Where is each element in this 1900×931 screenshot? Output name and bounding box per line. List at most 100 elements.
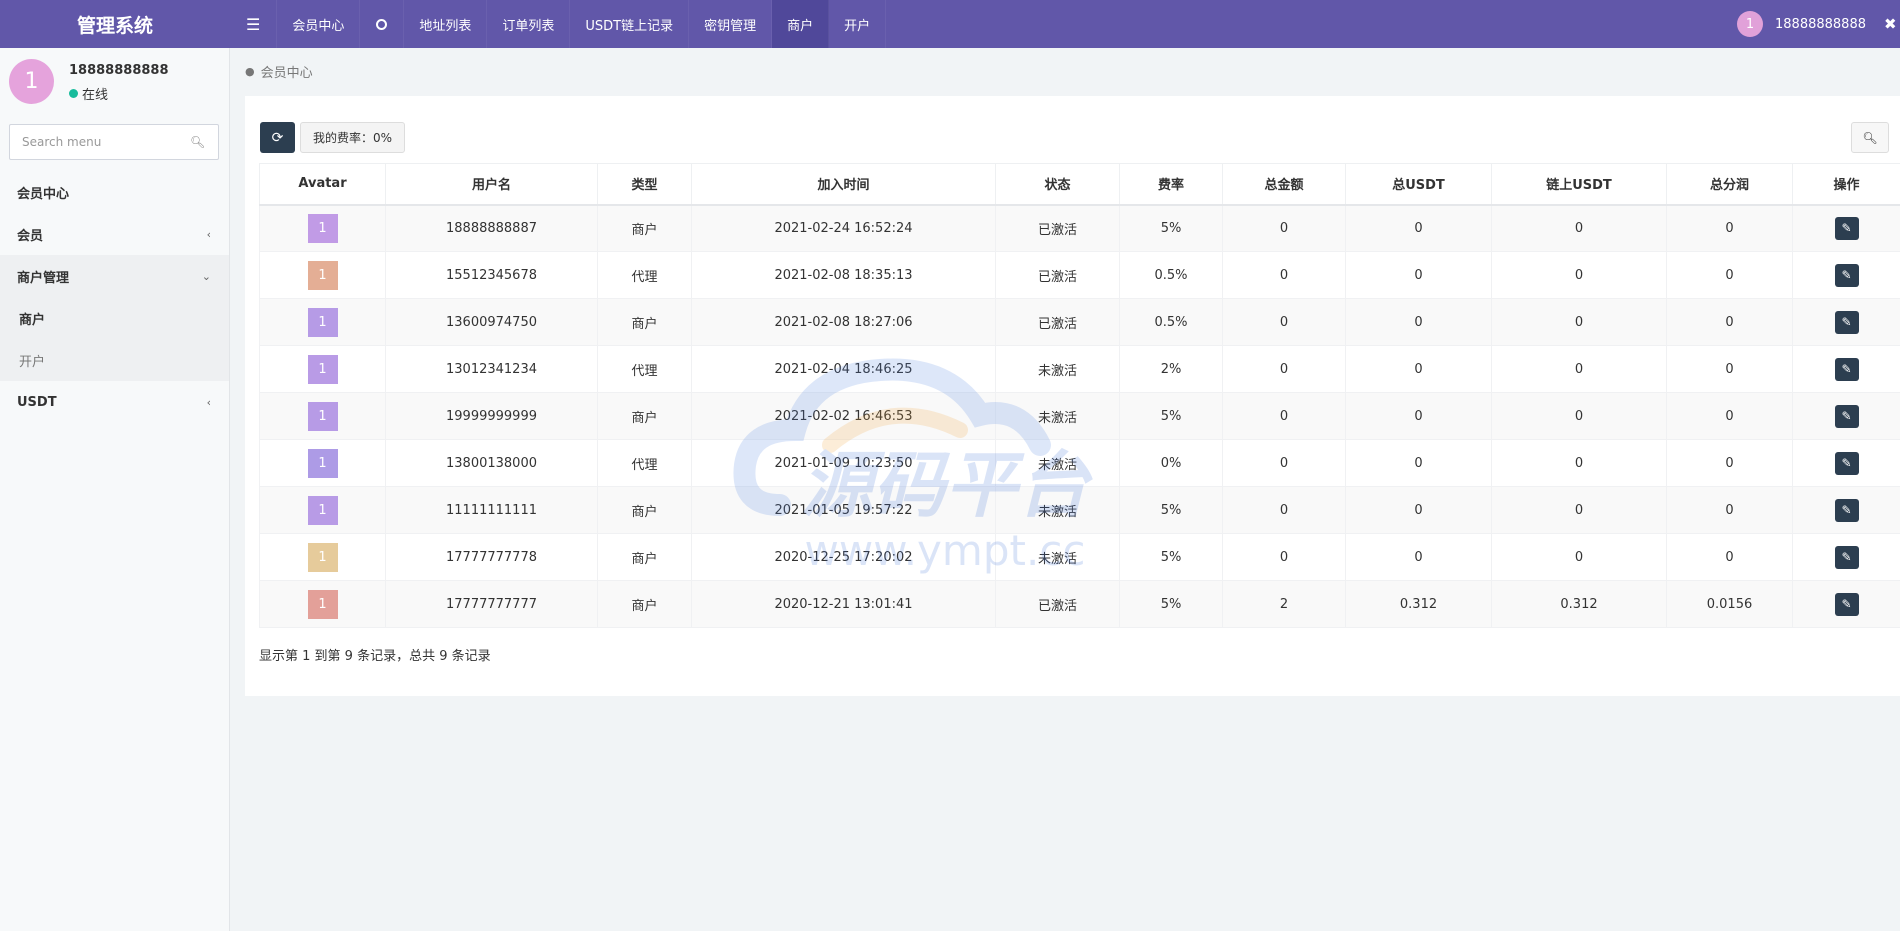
fullscreen-icon[interactable]: ✖: [1884, 15, 1898, 33]
col-status[interactable]: 状态: [995, 163, 1120, 206]
breadcrumb-label[interactable]: 会员中心: [261, 62, 313, 81]
table-row[interactable]: 1 18888888887 商户 2021-02-24 16:52:24 已激活 5% 0 0…: [259, 204, 1900, 252]
cell-username: 15512345678: [385, 251, 598, 299]
nav-key-management[interactable]: 密钥管理: [689, 0, 773, 48]
cell-total-usdt: 0: [1345, 251, 1492, 299]
col-username[interactable]: 用户名: [385, 163, 598, 206]
col-type[interactable]: 类型: [597, 163, 692, 206]
cell-profit: 0.0156: [1666, 580, 1793, 628]
avatar: 1: [307, 542, 338, 572]
avatar: 1: [307, 213, 338, 243]
edit-button[interactable]: ✎: [1834, 216, 1859, 240]
cell-status: 已激活: [995, 298, 1120, 346]
my-rate-badge[interactable]: 我的费率：0%: [300, 122, 406, 153]
sidebar-item-open-account[interactable]: 开户: [0, 339, 229, 381]
cell-total-usdt: 0: [1345, 486, 1492, 534]
col-profit[interactable]: 总分润: [1666, 163, 1793, 206]
col-total-usdt[interactable]: 总USDT: [1345, 163, 1492, 206]
table-row[interactable]: 1 19999999999 商户 2021-02-02 16:46:53 未激活 5% 0 0…: [259, 392, 1900, 440]
cell-status: 未激活: [995, 392, 1120, 440]
edit-button[interactable]: ✎: [1834, 498, 1859, 522]
col-avatar[interactable]: Avatar: [259, 163, 386, 206]
edit-button[interactable]: ✎: [1834, 310, 1859, 334]
sidebar-item-member-center[interactable]: 会员中心: [0, 171, 229, 213]
sidebar-item-merchant-management[interactable]: 商户管理 ⌄: [0, 255, 229, 297]
refresh-circle-icon[interactable]: [360, 0, 405, 48]
nav-merchant[interactable]: 商户: [772, 0, 830, 48]
cell-rate: 5%: [1119, 533, 1223, 581]
user-menu[interactable]: 1 18888888888 ✖: [1737, 0, 1900, 48]
cell-total-usdt: 0: [1345, 345, 1492, 393]
avatar: 1: [307, 354, 338, 384]
table-row[interactable]: 1 13800138000 代理 2021-01-09 10:23:50 未激活 0% 0 0…: [259, 439, 1900, 487]
sidebar-submenu-merchant: 商户 开户: [0, 297, 229, 381]
pencil-icon: ✎: [1841, 550, 1852, 564]
cell-chain-usdt: 0: [1491, 298, 1667, 346]
edit-button[interactable]: ✎: [1834, 592, 1859, 616]
cell-total-usdt: 0: [1345, 298, 1492, 346]
table-row[interactable]: 1 13012341234 代理 2021-02-04 18:46:25 未激活 2% 0 0…: [259, 345, 1900, 393]
cell-type: 商户: [597, 486, 692, 534]
cell-total-amount: 0: [1222, 533, 1346, 581]
app-brand[interactable]: 管理系统: [0, 0, 230, 48]
cell-total-amount: 0: [1222, 298, 1346, 346]
topbar-avatar[interactable]: 1: [1737, 11, 1764, 37]
table-row[interactable]: 1 17777777778 商户 2020-12-25 17:20:02 未激活 5% 0 0…: [259, 533, 1900, 581]
cell-actions: ✎: [1792, 580, 1900, 628]
nav-address-list[interactable]: 地址列表: [404, 0, 488, 48]
breadcrumb: ● 会员中心: [245, 62, 313, 81]
table-row[interactable]: 1 15512345678 代理 2021-02-08 18:35:13 已激活 0.5%…: [259, 251, 1900, 299]
cell-chain-usdt: 0.312: [1491, 580, 1667, 628]
cell-status: 已激活: [995, 580, 1120, 628]
col-joined[interactable]: 加入时间: [691, 163, 996, 206]
cell-avatar: 1: [259, 533, 386, 581]
edit-button[interactable]: ✎: [1834, 404, 1859, 428]
search-icon[interactable]: 🔍︎: [190, 135, 205, 149]
refresh-button[interactable]: ⟳: [260, 122, 295, 153]
cell-username: 18888888887: [385, 204, 598, 252]
search-input[interactable]: [10, 135, 186, 149]
top-navbar: 管理系统 ☰ 会员中心 地址列表 订单列表 USDT链上记录 密钥管理 商户 开…: [0, 0, 1900, 48]
table-row[interactable]: 1 13600974750 商户 2021-02-08 18:27:06 已激活 0.5%…: [259, 298, 1900, 346]
cell-chain-usdt: 0: [1491, 439, 1667, 487]
edit-button[interactable]: ✎: [1834, 263, 1859, 287]
sidebar-toggle-icon[interactable]: ☰: [230, 0, 278, 48]
cell-status: 未激活: [995, 533, 1120, 581]
nav-member-center[interactable]: 会员中心: [277, 0, 361, 48]
cell-type: 代理: [597, 251, 692, 299]
cell-joined: 2020-12-21 13:01:41: [691, 580, 996, 628]
sidebar-item-label: 会员: [17, 228, 44, 244]
cell-profit: 0: [1666, 298, 1793, 346]
cell-avatar: 1: [259, 486, 386, 534]
online-status-label: 在线: [82, 88, 109, 103]
col-chain-usdt[interactable]: 链上USDT: [1491, 163, 1667, 206]
pagination-info: 显示第 1 到第 9 条记录，总共 9 条记录: [259, 649, 491, 664]
cell-total-usdt: 0: [1345, 392, 1492, 440]
sidebar-item-merchant[interactable]: 商户: [0, 297, 229, 339]
table-row[interactable]: 1 17777777777 商户 2020-12-21 13:01:41 已激活 5% 2 0…: [259, 580, 1900, 628]
cell-total-amount: 0: [1222, 392, 1346, 440]
menu-search: 🔍︎: [9, 124, 219, 160]
online-dot-icon: [69, 89, 78, 98]
sidebar-item-usdt[interactable]: USDT ‹: [0, 381, 229, 423]
cell-profit: 0: [1666, 486, 1793, 534]
table-search-button[interactable]: 🔍︎: [1851, 122, 1889, 153]
cell-username: 19999999999: [385, 392, 598, 440]
cell-username: 13012341234: [385, 345, 598, 393]
col-total-amount[interactable]: 总金额: [1222, 163, 1346, 206]
table-row[interactable]: 1 11111111111 商户 2021-01-05 19:57:22 未激活 5% 0 0…: [259, 486, 1900, 534]
cell-actions: ✎: [1792, 298, 1900, 346]
topbar-username[interactable]: 18888888888: [1775, 17, 1866, 32]
nav-usdt-chain-records[interactable]: USDT链上记录: [570, 0, 690, 48]
edit-button[interactable]: ✎: [1834, 545, 1859, 569]
sidebar-item-member[interactable]: 会员 ‹: [0, 213, 229, 255]
cell-chain-usdt: 0: [1491, 533, 1667, 581]
cell-username: 17777777777: [385, 580, 598, 628]
nav-open-account[interactable]: 开户: [829, 0, 887, 48]
nav-order-list[interactable]: 订单列表: [487, 0, 571, 48]
col-rate[interactable]: 费率: [1119, 163, 1223, 206]
edit-button[interactable]: ✎: [1834, 451, 1859, 475]
edit-button[interactable]: ✎: [1834, 357, 1859, 381]
cell-actions: ✎: [1792, 204, 1900, 252]
avatar: 1: [307, 495, 338, 525]
